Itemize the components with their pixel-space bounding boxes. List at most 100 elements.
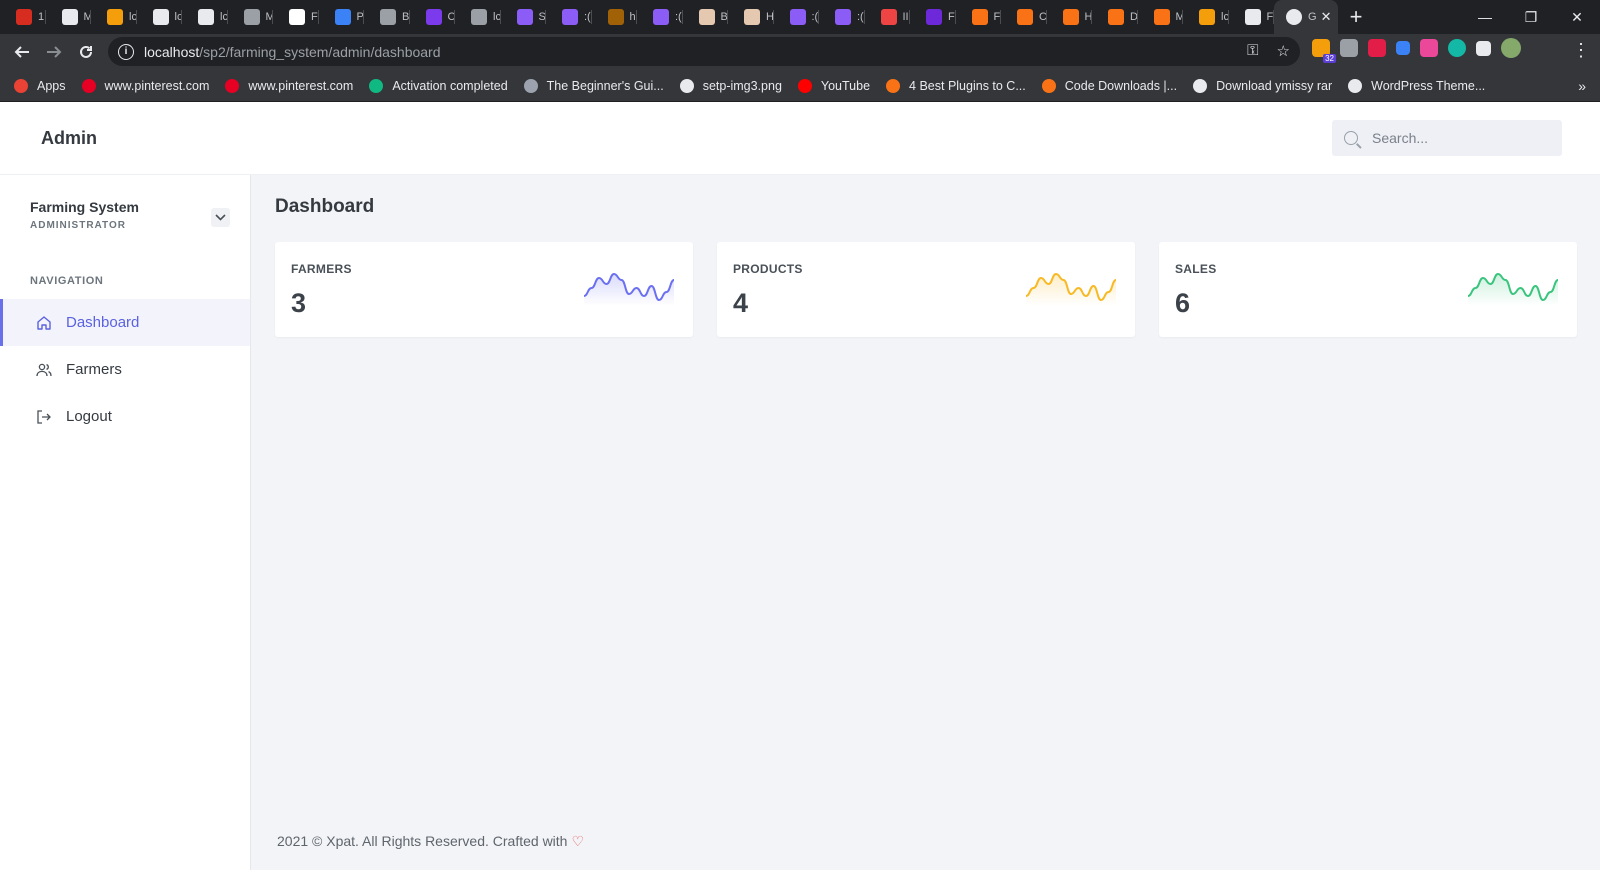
bookmark-label: WordPress Theme... [1371, 78, 1486, 93]
url-host: localhost [144, 43, 200, 60]
bookmark-favicon-icon [1193, 78, 1208, 93]
browser-tab[interactable]: :( [774, 0, 820, 34]
browser-tab[interactable]: lc [91, 0, 137, 34]
bookmark-label: www.pinterest.com [248, 78, 354, 93]
bookmark-favicon-icon [81, 78, 96, 93]
browser-tab[interactable]: F [273, 0, 319, 34]
tab-title: C [1039, 11, 1047, 23]
browser-tab[interactable]: B [683, 0, 729, 34]
sidebar-item-farmers[interactable]: Farmers [0, 346, 250, 393]
extensions-area: 32 [1312, 38, 1521, 63]
new-tab-button[interactable]: + [1338, 0, 1374, 34]
tab-favicon-icon [380, 9, 396, 25]
address-bar[interactable]: i localhost/sp2/farming_system/admin/das… [108, 37, 1300, 66]
bookmark-item[interactable]: YouTube [797, 78, 870, 93]
browser-tab[interactable]: M [228, 0, 273, 34]
arrow-right-icon [47, 46, 62, 58]
site-info-icon[interactable]: i [118, 43, 134, 60]
tab-title: S [538, 11, 546, 23]
bookmark-item[interactable]: Download ymissy rar [1193, 78, 1332, 93]
footer: 2021 © Xpat. All Rights Reserved. Crafte… [277, 833, 584, 850]
tab-favicon-icon [926, 9, 942, 25]
browser-tab[interactable]: F [910, 0, 956, 34]
m-extension-icon[interactable] [1448, 39, 1466, 57]
users-icon [36, 362, 52, 378]
forward-button[interactable] [38, 36, 70, 68]
tab-favicon-icon [653, 9, 669, 25]
close-window-button[interactable]: ✕ [1554, 0, 1600, 34]
browser-tab[interactable]: F [956, 0, 1002, 34]
bookmark-item[interactable]: WordPress Theme... [1348, 78, 1486, 93]
browser-tab[interactable]: 1! [0, 0, 46, 34]
bookmarks-overflow-button[interactable]: » [1578, 78, 1586, 94]
restore-button[interactable]: ❐ [1508, 0, 1554, 34]
tab-title: H [1084, 11, 1093, 23]
browser-tab[interactable]: lc [455, 0, 501, 34]
browser-tab[interactable]: P [319, 0, 365, 34]
browser-tab[interactable]: M [46, 0, 91, 34]
tab-favicon-icon [1062, 9, 1079, 25]
chevron-down-icon [215, 214, 226, 221]
browser-tab[interactable]: B [364, 0, 410, 34]
browser-tab[interactable]: D [1092, 0, 1138, 34]
browser-tab[interactable]: C [410, 0, 455, 34]
browser-tab[interactable]: H [728, 0, 774, 34]
expand-extension-icon[interactable] [1396, 41, 1410, 55]
tab-title: lc [174, 11, 183, 23]
tab-favicon-icon [516, 9, 533, 25]
browser-tab[interactable]: lc [137, 0, 183, 34]
reload-button[interactable] [70, 36, 102, 68]
sidebar-item-logout[interactable]: Logout [0, 393, 250, 440]
bookmark-item[interactable]: 4 Best Plugins to C... [886, 78, 1026, 93]
search-input[interactable] [1372, 130, 1542, 146]
bookmark-item[interactable]: Code Downloads |... [1041, 78, 1177, 93]
search-box[interactable] [1332, 120, 1562, 156]
stat-card-sales: SALES 6 [1159, 242, 1577, 337]
minimize-button[interactable]: — [1462, 0, 1508, 34]
browser-tab[interactable]: C [1001, 0, 1047, 34]
extension-icon[interactable]: 32 [1312, 39, 1336, 63]
tab-favicon-icon [1286, 9, 1302, 25]
browser-tab[interactable]: S [501, 0, 547, 34]
stat-value: 3 [291, 288, 307, 318]
brand-title[interactable]: Admin [41, 128, 97, 149]
bookmark-label: 4 Best Plugins to C... [909, 78, 1026, 93]
close-tab-icon[interactable]: ✕ [1321, 9, 1332, 25]
browser-tab[interactable]: h [592, 0, 638, 34]
browser-tab[interactable]: :( [637, 0, 683, 34]
bookmark-item[interactable]: Activation completed [369, 78, 508, 93]
browser-tab-active[interactable]: G ✕ [1274, 0, 1338, 34]
browser-tab[interactable]: F [1229, 0, 1275, 34]
bookmark-star-icon[interactable]: ☆ [1277, 42, 1290, 60]
tab-favicon-icon [607, 9, 624, 25]
browser-tab[interactable]: lc [182, 0, 228, 34]
browser-tab[interactable]: II [865, 0, 911, 34]
upwork-extension-icon[interactable] [1420, 39, 1438, 57]
bookmark-item[interactable]: The Beginner's Gui... [523, 78, 664, 93]
more-menu-icon[interactable]: ⋮ [1572, 41, 1590, 59]
browser-tab[interactable]: :( [819, 0, 865, 34]
app-header: Admin [0, 102, 1600, 175]
key-icon[interactable]: ⚿ [1247, 42, 1258, 60]
bookmark-item[interactable]: setp-img3.png [679, 78, 782, 93]
tab-title: B [402, 11, 410, 23]
back-button[interactable] [6, 36, 38, 68]
puzzle-icon[interactable] [1476, 40, 1491, 56]
bookmark-item[interactable]: www.pinterest.com [81, 78, 209, 93]
browser-tab[interactable]: lc [1183, 0, 1229, 34]
tab-favicon-icon [243, 9, 260, 25]
org-dropdown-button[interactable] [211, 208, 230, 227]
camera-extension-icon[interactable] [1340, 39, 1358, 57]
tab-title: M [1175, 11, 1184, 23]
bookmark-item[interactable]: Apps [14, 78, 66, 93]
plus-extension-icon[interactable] [1368, 39, 1386, 57]
tab-favicon-icon [107, 9, 123, 25]
browser-tab[interactable]: M [1138, 0, 1184, 34]
tab-favicon-icon [744, 9, 760, 25]
profile-avatar[interactable] [1501, 38, 1521, 58]
browser-tab[interactable]: :( [546, 0, 592, 34]
browser-tab[interactable]: H [1047, 0, 1093, 34]
bookmark-item[interactable]: www.pinterest.com [225, 78, 354, 93]
tab-favicon-icon [835, 9, 851, 25]
sidebar-item-dashboard[interactable]: Dashboard [0, 299, 250, 346]
